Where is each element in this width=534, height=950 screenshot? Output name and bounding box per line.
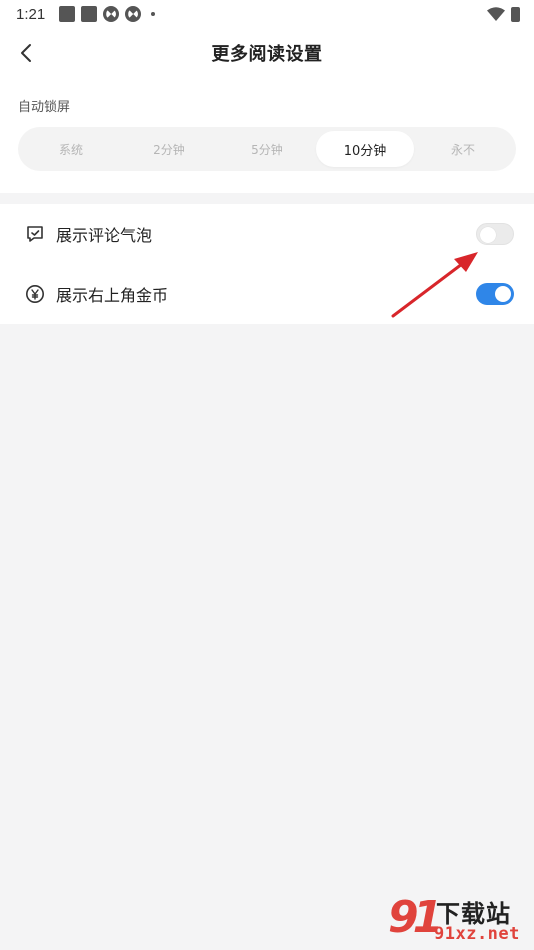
annotation-arrow-icon bbox=[391, 252, 478, 318]
status-system-icons bbox=[487, 6, 520, 22]
watermark-number: 91 bbox=[388, 892, 443, 943]
auto-lock-label: 自动锁屏 bbox=[18, 100, 71, 115]
notification-aperture-icon bbox=[125, 6, 142, 22]
auto-lock-option-10min[interactable]: 10分钟 bbox=[316, 131, 414, 167]
top-panel: 1:21 更多阅读设置 自动锁屏 系统 2分钟 5分钟 10分钟 永不 bbox=[0, 0, 534, 193]
battery-icon bbox=[511, 6, 520, 22]
watermark: 91 下载站 91xz.net bbox=[388, 888, 534, 950]
more-notifications-dot-icon bbox=[151, 12, 156, 16]
nav-bar: 更多阅读设置 bbox=[0, 28, 534, 78]
yen-coin-icon bbox=[24, 283, 46, 305]
setting-label: 展示评论气泡 bbox=[56, 226, 153, 245]
auto-lock-option-system[interactable]: 系统 bbox=[22, 131, 120, 167]
auto-lock-option-5min[interactable]: 5分钟 bbox=[218, 131, 316, 167]
toggle-knob bbox=[495, 286, 511, 302]
status-time: 1:21 bbox=[16, 5, 46, 23]
back-button[interactable] bbox=[14, 40, 38, 66]
chevron-left-icon bbox=[21, 44, 31, 62]
status-bar: 1:21 bbox=[0, 0, 534, 28]
comment-bubble-icon bbox=[24, 223, 46, 245]
setting-label: 展示右上角金币 bbox=[56, 286, 169, 305]
watermark-url: 91xz.net bbox=[434, 924, 520, 944]
notification-aperture-icon bbox=[103, 6, 120, 22]
auto-lock-option-2min[interactable]: 2分钟 bbox=[120, 131, 218, 167]
wifi-icon bbox=[487, 7, 505, 21]
auto-lock-option-never[interactable]: 永不 bbox=[414, 131, 512, 167]
comment-bubble-toggle[interactable] bbox=[476, 223, 514, 245]
status-notification-icons bbox=[59, 6, 156, 22]
notification-app-icon bbox=[81, 6, 98, 22]
auto-lock-selector: 系统 2分钟 5分钟 10分钟 永不 bbox=[18, 127, 516, 171]
page-title: 更多阅读设置 bbox=[211, 44, 323, 65]
toggle-knob bbox=[480, 227, 496, 243]
notification-app-icon bbox=[59, 6, 76, 22]
